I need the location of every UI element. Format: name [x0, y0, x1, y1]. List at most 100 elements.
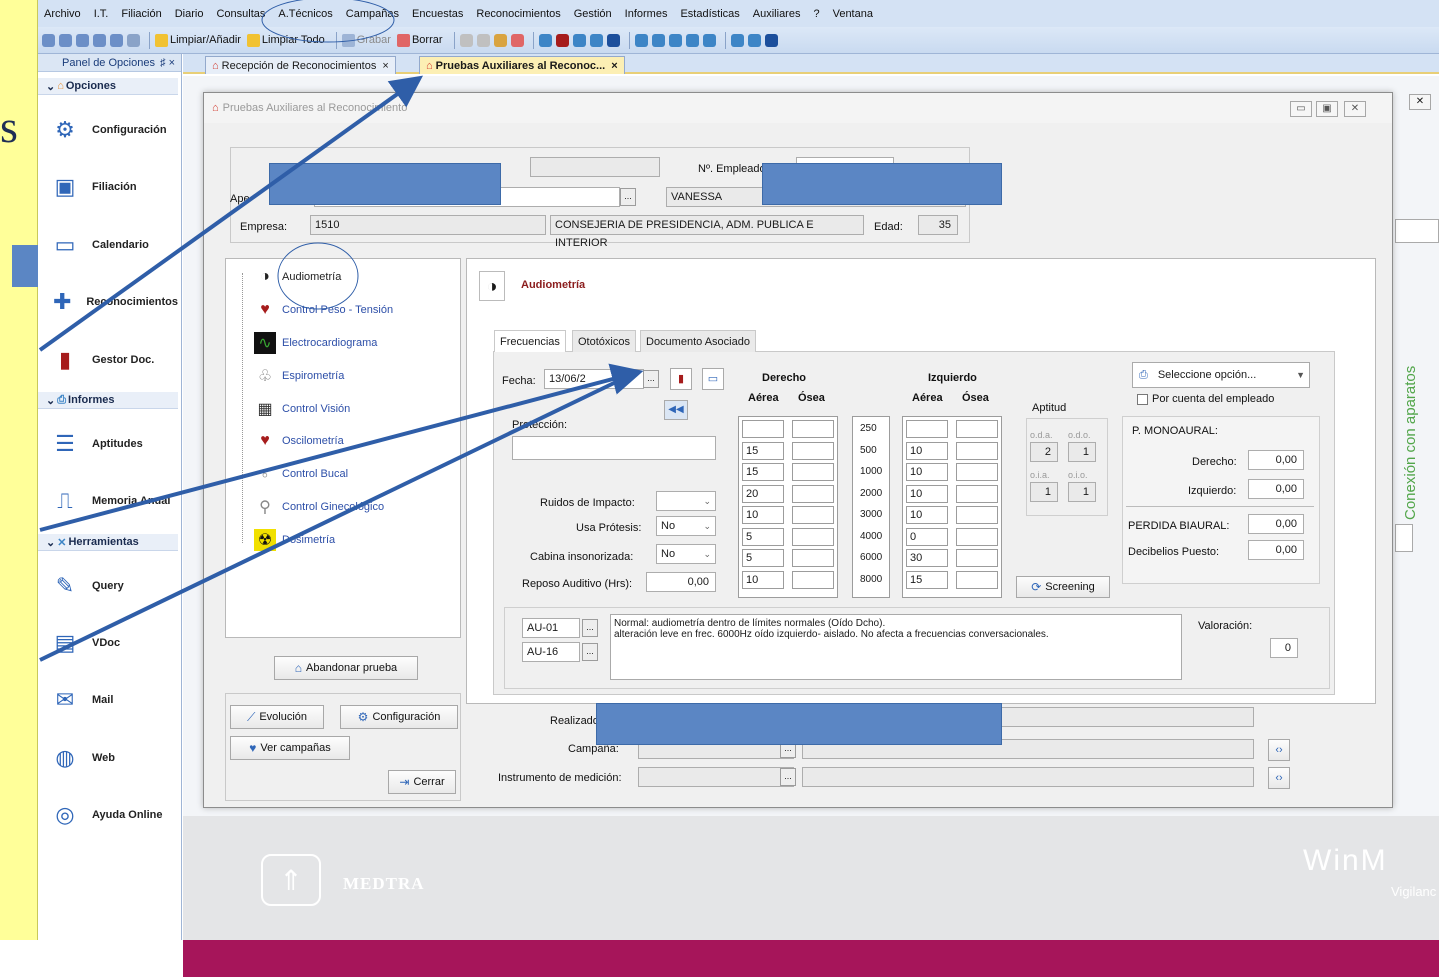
der-aerea-cell[interactable]: 15 — [742, 463, 784, 481]
campana-link-button[interactable]: ‹› — [1268, 739, 1290, 761]
menu-atecnicos[interactable]: A.Técnicos — [278, 8, 332, 20]
lifebuoy-icon[interactable] — [747, 33, 761, 47]
der-aerea-cell[interactable]: 15 — [742, 442, 784, 460]
cut-icon[interactable] — [459, 33, 473, 47]
tree-item-dosimetria[interactable]: ☢ Dosimetría — [254, 528, 335, 552]
tree-item-espirometria[interactable]: ♧ Espirometría — [254, 364, 345, 388]
izq-osea-cell[interactable] — [956, 485, 998, 503]
restore-button[interactable]: ▣ — [1316, 101, 1338, 117]
der-osea-cell[interactable] — [792, 506, 834, 524]
sidebar-item-ayuda-online[interactable]: ◎ Ayuda Online — [38, 795, 178, 835]
der-osea-cell[interactable] — [792, 463, 834, 481]
izq-aerea-cell[interactable]: 10 — [906, 506, 948, 524]
subtab-documento[interactable]: Documento Asociado — [640, 330, 756, 352]
perdida-field[interactable]: 0,00 — [1248, 514, 1304, 534]
sidebar-item-web[interactable]: ◍ Web — [38, 738, 178, 778]
apellidos-lookup-button[interactable]: ... — [620, 188, 636, 206]
instrumento-field[interactable] — [638, 767, 794, 787]
heart-icon[interactable] — [685, 33, 699, 47]
tree-item-control-bucal[interactable]: ♁ Control Bucal — [254, 462, 348, 486]
izq-aerea-cell[interactable]: 15 — [906, 571, 948, 589]
back-arrow-icon[interactable]: ◀◀ — [664, 400, 688, 420]
seleccione-dropdown[interactable]: ⎙ Seleccione opción... ▼ — [1132, 362, 1310, 388]
menu-it[interactable]: I.T. — [94, 8, 109, 20]
close-icon[interactable]: × — [382, 60, 388, 72]
sidebar-item-configuracion[interactable]: ⚙ Configuración — [38, 110, 178, 150]
abandonar-prueba-button[interactable]: ⌂ Abandonar prueba — [274, 656, 418, 680]
menu-consultas[interactable]: Consultas — [216, 8, 265, 20]
menu-archivo[interactable]: Archivo — [44, 8, 81, 20]
instrumento-link-button[interactable]: ‹› — [1268, 767, 1290, 789]
sidebar-item-aptitudes[interactable]: ☰ Aptitudes — [38, 424, 178, 464]
sidebar-item-query[interactable]: ✎ Query — [38, 566, 178, 606]
menu-gestion[interactable]: Gestión — [574, 8, 612, 20]
tree-item-control-vision[interactable]: ▦ Control Visión — [254, 397, 350, 421]
menu-informes[interactable]: Informes — [625, 8, 668, 20]
reposo-field[interactable]: 0,00 — [646, 572, 716, 592]
first-record-icon[interactable] — [42, 33, 55, 47]
configuracion-button[interactable]: ⚙ Configuración — [340, 705, 458, 729]
evolucion-button[interactable]: ⟋ Evolución — [230, 705, 324, 729]
menu-reconocimientos[interactable]: Reconocimientos — [476, 8, 560, 20]
borrar-button[interactable]: Borrar — [396, 33, 443, 47]
prev-record-icon[interactable] — [59, 33, 72, 47]
cerrar-button[interactable]: ⇥ Cerrar — [388, 770, 456, 794]
equal-icon[interactable] — [76, 33, 89, 47]
sidebar-item-memoria-anual[interactable]: ⎍ Memoria Anual — [38, 481, 178, 521]
menu-estadisticas[interactable]: Estadísticas — [680, 8, 739, 20]
der-aerea-cell[interactable]: 10 — [742, 571, 784, 589]
calendar-icon[interactable]: ▭ — [702, 368, 724, 390]
izq-osea-cell[interactable] — [956, 442, 998, 460]
minimize-button[interactable]: ▭ — [1290, 101, 1312, 117]
der-osea-cell[interactable] — [792, 528, 834, 546]
tab-recepcion[interactable]: ⌂ Recepción de Reconocimientos × — [205, 56, 396, 74]
der-aerea-cell[interactable] — [742, 420, 784, 438]
valoracion-field[interactable]: 0 — [1270, 638, 1298, 658]
sidebar-item-mail[interactable]: ✉ Mail — [38, 680, 178, 720]
search-icon[interactable] — [127, 33, 140, 47]
pin-icon[interactable] — [538, 33, 552, 47]
ver-campanas-button[interactable]: ♥ Ver campañas — [230, 736, 350, 760]
menu-encuestas[interactable]: Encuestas — [412, 8, 463, 20]
menu-help[interactable]: ? — [813, 8, 819, 20]
code-lookup-button[interactable]: ... — [582, 619, 598, 637]
por-cuenta-checkbox[interactable] — [1137, 394, 1148, 405]
der-osea-cell[interactable] — [792, 485, 834, 503]
izq-osea-cell[interactable] — [956, 420, 998, 438]
fecha-field[interactable]: 13/06/2 — [544, 369, 644, 389]
menu-auxiliares[interactable]: Auxiliares — [753, 8, 801, 20]
menu-ventana[interactable]: Ventana — [833, 8, 873, 20]
sidebar-item-vdoc[interactable]: ▤ VDoc — [38, 623, 178, 663]
izq-osea-cell[interactable] — [956, 506, 998, 524]
book-icon[interactable] — [555, 33, 569, 47]
der-osea-cell[interactable] — [792, 442, 834, 460]
close-x-icon[interactable] — [510, 33, 524, 47]
gear-icon[interactable] — [634, 33, 648, 47]
warning-icon[interactable] — [606, 33, 620, 47]
clock-icon[interactable] — [668, 33, 682, 47]
tab-pruebas[interactable]: ⌂ Pruebas Auxiliares al Reconoc... × — [419, 56, 625, 74]
decibelios-field[interactable]: 0,00 — [1248, 540, 1304, 560]
section-opciones[interactable]: ⌄ ⌂ Opciones — [38, 78, 178, 95]
code-lookup-button[interactable]: ... — [582, 643, 598, 661]
sidebar-item-reconocimientos[interactable]: ✚ Reconocimientos — [38, 282, 178, 322]
ruidos-select[interactable]: ⌄ — [656, 491, 716, 511]
grabar-button[interactable]: Grabar — [341, 33, 391, 47]
tree-item-control-peso[interactable]: ♥ Control Peso - Tensión — [254, 298, 393, 322]
izq-aerea-cell[interactable]: 30 — [906, 549, 948, 567]
izq-aerea-cell[interactable]: 10 — [906, 485, 948, 503]
next-record-icon[interactable] — [93, 33, 106, 47]
menu-filiacion[interactable]: Filiación — [121, 8, 161, 20]
limpiar-todo-button[interactable]: Limpiar Todo — [246, 33, 325, 47]
izq-aerea-cell[interactable]: 0 — [906, 528, 948, 546]
der-osea-cell[interactable] — [792, 549, 834, 567]
send-icon[interactable] — [651, 33, 665, 47]
sidebar-item-filiacion[interactable]: ▣ Filiación — [38, 167, 178, 207]
menu-campanas[interactable]: Campañas — [346, 8, 399, 20]
subtab-frecuencias[interactable]: Frecuencias — [494, 330, 566, 352]
fecha-picker-button[interactable]: ... — [643, 370, 659, 388]
tree-item-control-ginecologico[interactable]: ⚲ Control Ginecológico — [254, 495, 384, 519]
mono-izquierdo-field[interactable]: 0,00 — [1248, 479, 1304, 499]
close-button[interactable]: ✕ — [1344, 101, 1366, 117]
section-informes[interactable]: ⌄ ⎙ Informes — [38, 392, 178, 409]
